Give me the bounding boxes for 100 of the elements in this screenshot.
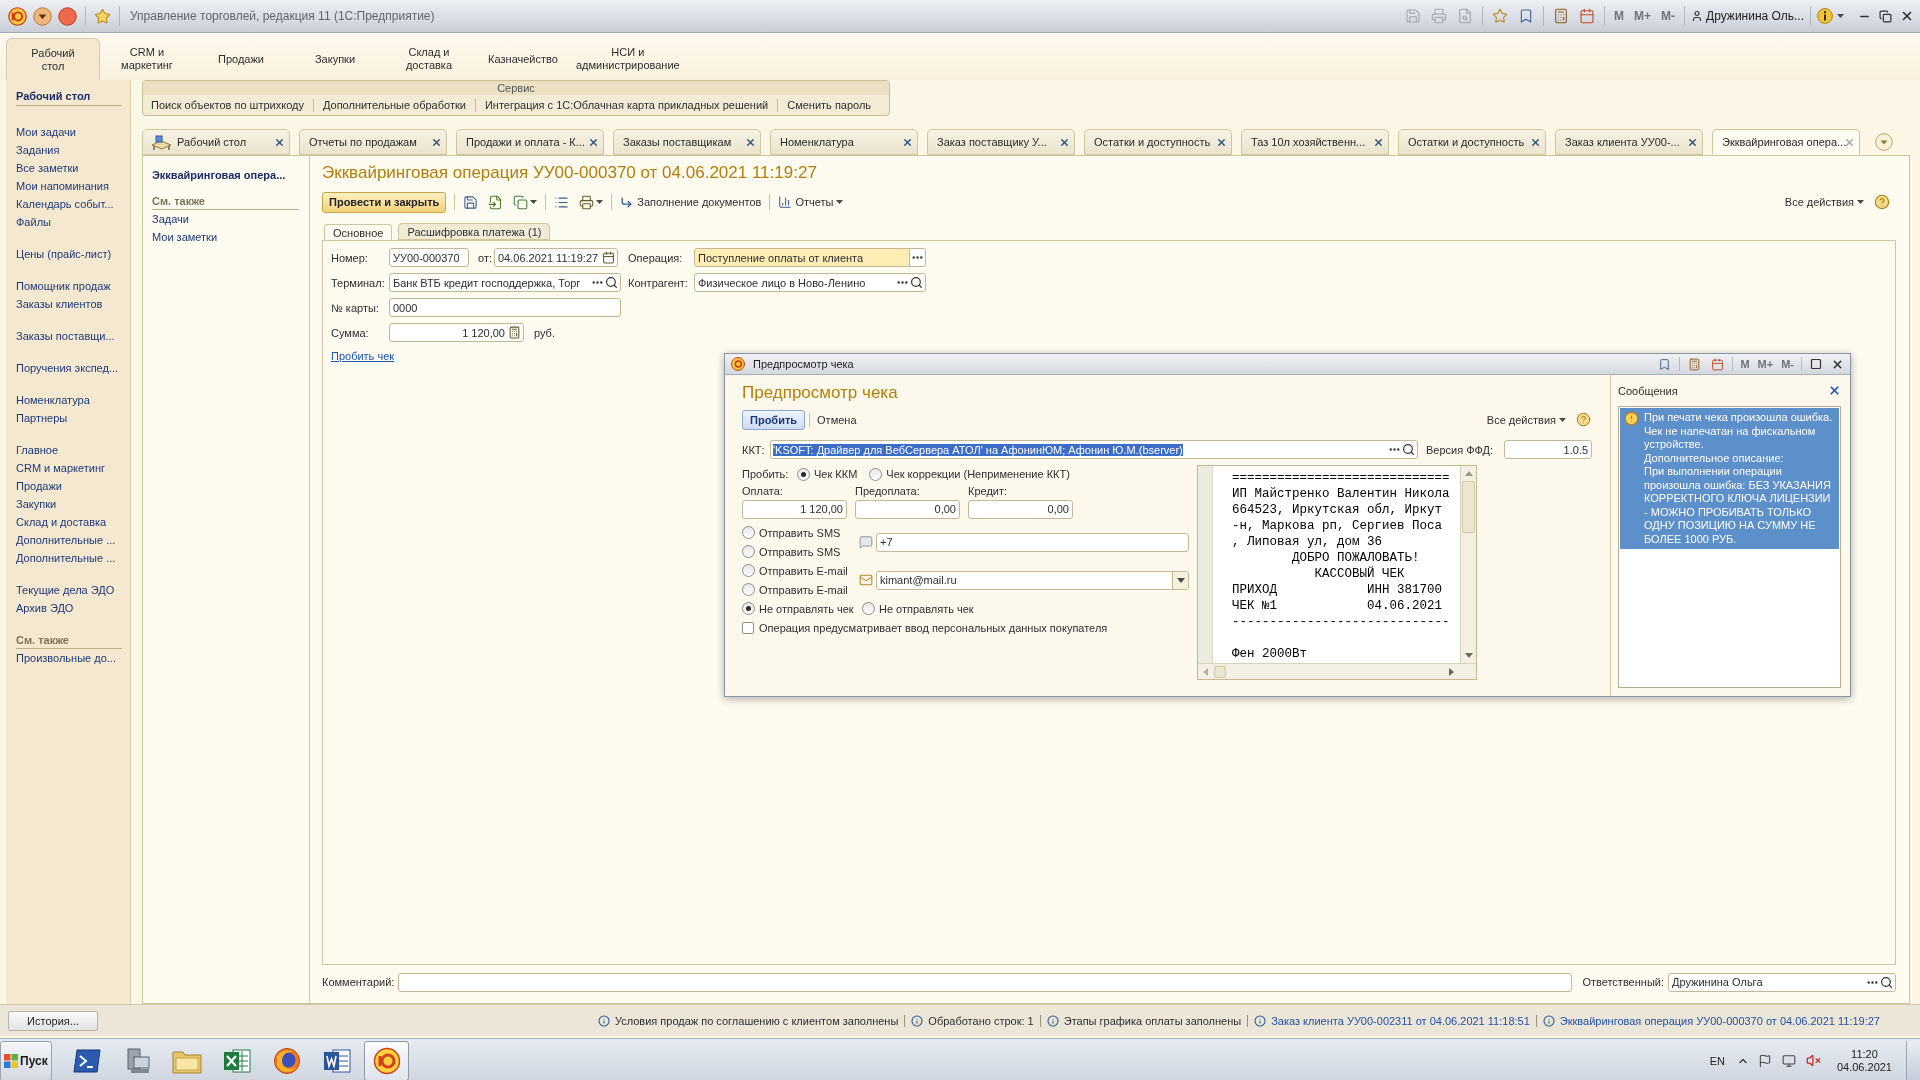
restore-icon[interactable] [1879, 9, 1892, 23]
post-and-close-button[interactable]: Провести и закрыть [322, 191, 447, 213]
ffd-version-field[interactable]: 1.0.5 [1504, 440, 1592, 459]
radio-icon[interactable] [742, 545, 755, 558]
sidebar-link[interactable]: Задания [16, 141, 122, 159]
section-tab[interactable]: Рабочий стол [6, 38, 100, 80]
radio-icon[interactable] [797, 467, 810, 481]
status-message[interactable]: Условия продаж по соглашению с клиентом заполнены [614, 1013, 899, 1028]
sidebar-link[interactable]: Заказы клиентов [16, 295, 122, 313]
section-tab[interactable]: Склад и доставка [382, 38, 476, 80]
taskbar-app-button[interactable] [364, 1040, 409, 1080]
scroll-thumb[interactable] [1214, 665, 1226, 678]
user-name[interactable]: Дружинина Оль... [1706, 9, 1804, 23]
sidebar-link[interactable]: Архив ЭДО [16, 599, 122, 617]
sidebar-link[interactable]: Текущие дела ЭДО [16, 581, 122, 599]
star-icon[interactable] [94, 7, 111, 25]
radio-icon[interactable] [742, 602, 755, 615]
close-icon[interactable] [431, 136, 442, 148]
status-link[interactable]: Заказ клиента УУ00-002311 от 04.06.2021 11:18:51 [1271, 1013, 1530, 1028]
help-icon[interactable] [1576, 412, 1591, 427]
status-message[interactable]: Обработано строк: 1 [928, 1013, 1034, 1028]
close-icon[interactable] [588, 136, 599, 148]
form-nav-current[interactable]: Экквайринговая опера... [152, 166, 299, 184]
radio-option[interactable]: Отправить E-mail [742, 580, 848, 599]
calendar-icon[interactable] [602, 251, 615, 264]
vertical-scrollbar[interactable] [1460, 466, 1476, 663]
window-tab[interactable]: Рабочий стол [142, 129, 290, 155]
section-tab[interactable]: CRM и маркетинг [100, 38, 194, 80]
sidebar-link[interactable]: Закупки [16, 495, 122, 513]
close-icon[interactable] [1828, 384, 1841, 397]
calculator-icon[interactable] [1688, 357, 1702, 371]
window-tab[interactable]: Таз 10л хозяйственн... [1241, 129, 1389, 155]
info-icon[interactable] [1817, 8, 1833, 24]
print-button[interactable]: Пробить [742, 409, 806, 430]
section-tab[interactable]: Казначейство [476, 38, 570, 80]
globe-icon[interactable] [272, 1046, 301, 1075]
sidebar-link[interactable]: Заказы поставщи... [16, 327, 122, 345]
sidebar-title[interactable]: Рабочий стол [16, 88, 122, 104]
radio-icon[interactable] [862, 602, 875, 615]
window-tab[interactable]: Остатки и доступность [1084, 129, 1232, 155]
form-nav-link[interactable]: Задачи [152, 210, 299, 228]
window-tab[interactable]: Номенклатура [770, 129, 918, 155]
volume-muted-icon[interactable] [1805, 1053, 1821, 1068]
search-icon[interactable] [910, 276, 923, 289]
print-receipt-link[interactable]: Пробить чек [331, 349, 395, 363]
radio-option[interactable]: Отправить SMS [742, 523, 841, 542]
close-icon[interactable] [1900, 9, 1914, 23]
sidebar-link[interactable]: Файлы [16, 213, 122, 231]
window-tab[interactable]: Остатки и доступность [1398, 129, 1546, 155]
email-field[interactable]: kimant@mail.ru [876, 570, 1189, 590]
sidebar-link[interactable]: Склад и доставка [16, 513, 122, 531]
sidebar-link[interactable]: Партнеры [16, 409, 122, 427]
service-command[interactable]: Сменить пароль [787, 98, 872, 112]
checkbox-option[interactable]: Операция предусматривает ввод персональных данных покупателя [742, 620, 1108, 635]
close-icon[interactable] [1373, 136, 1384, 148]
window-tab[interactable]: Заказ поставщику У... [927, 129, 1075, 155]
calculator-icon[interactable] [508, 326, 521, 339]
all-actions-menu[interactable]: Все действия [1784, 195, 1864, 209]
search-icon[interactable] [1402, 443, 1415, 456]
sidebar-link[interactable]: Продажи [16, 477, 122, 495]
scroll-thumb[interactable] [1462, 481, 1475, 533]
cash-register-field[interactable]: 'KSOFT: Драйвер для ВебСервера АТОЛ' на АфонинЮМ; Афонин Ю.М.(bserver) [770, 440, 1418, 459]
close-icon[interactable] [745, 136, 756, 148]
checkbox-icon[interactable] [742, 621, 754, 634]
sidebar-link[interactable]: Поручения экспед... [16, 359, 122, 377]
user-icon[interactable] [1691, 10, 1704, 22]
section-tab[interactable]: Закупки [288, 38, 382, 80]
number-field[interactable]: УУ00-000370 [389, 248, 469, 267]
section-tab[interactable]: НСИ и администрирование [570, 38, 686, 80]
scroll-up-icon[interactable] [1464, 471, 1473, 476]
terminal-icon[interactable] [72, 1048, 101, 1073]
cancel-command[interactable]: Отмена [814, 409, 860, 430]
sidebar-link[interactable]: Цены (прайс-лист) [16, 245, 122, 263]
amount-field[interactable]: 1 120,00 [389, 323, 524, 342]
close-icon[interactable] [1216, 136, 1227, 148]
service-command[interactable]: Дополнительные обработки [322, 98, 466, 112]
sidebar-link[interactable]: Помощник продаж [16, 277, 122, 295]
responsible-field[interactable]: Дружинина Ольга [1668, 972, 1896, 992]
amount-field[interactable]: 1 120,00 [742, 499, 847, 519]
form-nav-link[interactable]: Мои заметки [152, 228, 299, 246]
calculator-icon[interactable] [1553, 8, 1570, 24]
all-actions-menu[interactable]: Все действия [1486, 412, 1566, 427]
sidebar-link[interactable]: Дополнительные ... [16, 549, 122, 567]
search-icon[interactable] [605, 276, 618, 289]
history-button[interactable]: История... [8, 1010, 98, 1031]
close-icon[interactable] [902, 136, 913, 148]
comment-field[interactable] [398, 972, 1573, 992]
radio-option[interactable]: Чек коррекции (Неприменение ККТ) [869, 465, 1070, 483]
status-message[interactable]: Этапы графика оплаты заполнены [1063, 1013, 1242, 1028]
counterparty-field[interactable]: Физическое лицо в Ново-Ленино [694, 273, 926, 292]
terminal-field[interactable]: Банк ВТБ кредит господдержка, Торг [389, 273, 621, 292]
clock[interactable]: 11:20 04.06.2021 [1836, 1047, 1892, 1074]
sidebar-link[interactable]: Календарь событ... [16, 195, 122, 213]
save-icon[interactable] [463, 194, 479, 210]
sidebar-link[interactable]: Мои напоминания [16, 177, 122, 195]
create-menu-button[interactable] [513, 194, 538, 210]
sidebar-link[interactable]: CRM и маркетинг [16, 459, 122, 477]
monitor-icon[interactable] [1781, 1053, 1796, 1068]
orb-icon[interactable] [58, 6, 77, 26]
radio-option[interactable]: Отправить E-mail [742, 561, 848, 580]
